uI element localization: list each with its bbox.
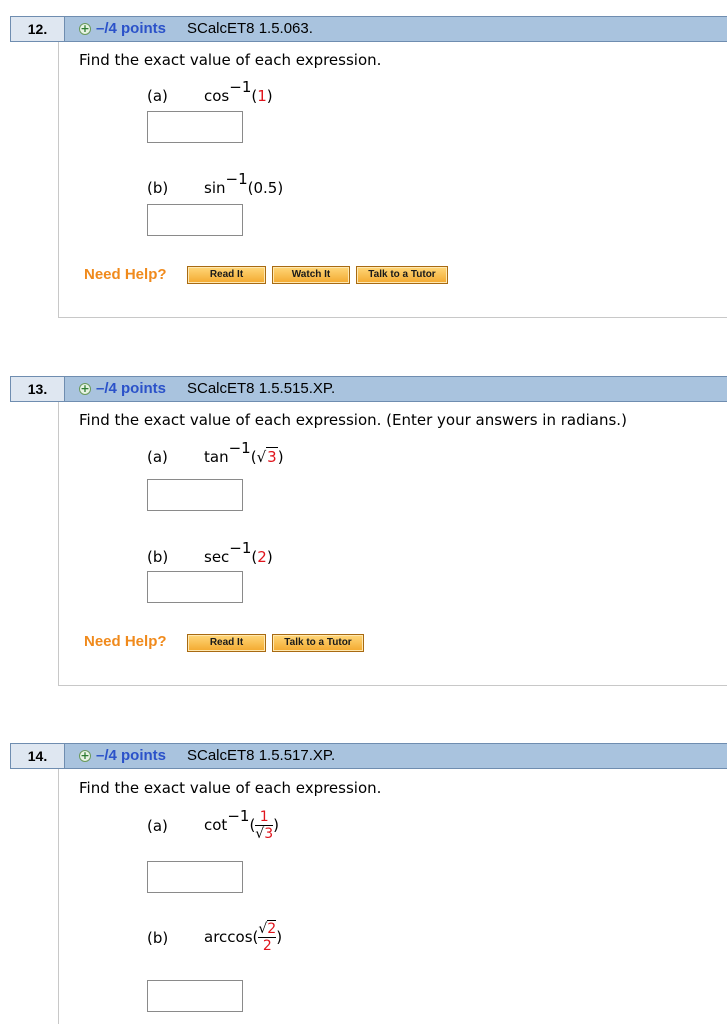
question-13-body: Find the exact value of each expression.…: [58, 402, 727, 686]
question-12-body: Find the exact value of each expression.…: [58, 42, 727, 318]
question-prompt: Find the exact value of each expression.…: [79, 411, 627, 429]
talk-to-tutor-button[interactable]: Talk to a Tutor: [272, 634, 364, 652]
talk-to-tutor-button[interactable]: Talk to a Tutor: [356, 266, 448, 284]
part-label: (b): [147, 928, 169, 947]
question-prompt: Find the exact value of each expression.: [79, 779, 382, 797]
expand-plus-icon[interactable]: +: [79, 23, 91, 35]
function-name: cos: [204, 87, 230, 105]
answer-input-a[interactable]: [147, 111, 243, 143]
function-name: arccos: [204, 928, 253, 946]
part-a: (a) cot−1(1 √3): [147, 809, 279, 842]
question-14-header: 14. + –/4 points SCalcET8 1.5.517.XP.: [10, 743, 727, 769]
watch-it-button[interactable]: Watch It: [272, 266, 350, 284]
part-b: (b) arccos(√2 2): [147, 920, 283, 954]
answer-input-b[interactable]: [147, 204, 243, 236]
fraction-numerator: 1: [259, 809, 269, 825]
question-number: 12.: [11, 17, 65, 41]
fraction-denominator: √3: [255, 825, 274, 842]
need-help-label: Need Help?: [84, 633, 167, 650]
question-number: 13.: [11, 377, 65, 401]
part-a: (a) cos−1(1): [147, 78, 273, 106]
part-label: (b): [147, 179, 169, 197]
part-label: (a): [147, 448, 168, 466]
exponent: −1: [225, 170, 248, 188]
read-it-button[interactable]: Read It: [187, 634, 266, 652]
question-13-header: 13. + –/4 points SCalcET8 1.5.515.XP.: [10, 376, 727, 402]
expression: tan−1(√3): [204, 439, 284, 466]
expression: arccos(√2 2): [204, 920, 283, 954]
expression: sin−1(0.5): [204, 170, 284, 198]
fraction: √2 2: [258, 920, 277, 954]
question-12-header: 12. + –/4 points SCalcET8 1.5.063.: [10, 16, 727, 42]
expand-plus-icon[interactable]: +: [79, 383, 91, 395]
expression: cot−1(1 √3): [204, 807, 279, 842]
need-help-label: Need Help?: [84, 266, 167, 283]
function-name: sin: [204, 179, 226, 197]
part-label: (b): [147, 548, 169, 566]
part-b: (b) sec−1(2): [147, 539, 273, 567]
radicand: 3: [264, 825, 274, 842]
square-root: √3: [256, 447, 278, 466]
argument-value: 1: [257, 87, 267, 105]
fraction-denominator: 2: [258, 937, 277, 954]
expression: sec−1(2): [204, 539, 273, 567]
exponent: −1: [229, 539, 252, 557]
part-b: (b) sin−1(0.5): [147, 170, 284, 198]
part-a: (a) tan−1(√3): [147, 439, 284, 466]
radicand: 2: [267, 920, 277, 937]
exponent: −1: [229, 78, 252, 96]
expression: cos−1(1): [204, 78, 273, 106]
exponent: −1: [228, 439, 251, 457]
question-source: SCalcET8 1.5.517.XP.: [187, 747, 336, 764]
function-name: tan: [204, 448, 229, 466]
answer-input-b[interactable]: [147, 980, 243, 1012]
expand-plus-icon[interactable]: +: [79, 750, 91, 762]
fraction: 1 √3: [255, 809, 274, 842]
argument-value: 2: [257, 548, 267, 566]
points-link[interactable]: –/4 points: [96, 17, 166, 41]
answer-input-b[interactable]: [147, 571, 243, 603]
question-number: 14.: [11, 744, 65, 768]
answer-input-a[interactable]: [147, 861, 243, 893]
exponent: −1: [227, 807, 250, 825]
question-prompt: Find the exact value of each expression.: [79, 51, 382, 69]
argument-value: 0.5: [253, 179, 278, 197]
read-it-button[interactable]: Read It: [187, 266, 266, 284]
fraction-numerator: √2: [258, 920, 277, 937]
answer-input-a[interactable]: [147, 479, 243, 511]
part-label: (a): [147, 816, 168, 835]
question-14-body: Find the exact value of each expression.…: [58, 769, 727, 1024]
function-name: cot: [204, 816, 228, 834]
question-source: SCalcET8 1.5.063.: [187, 20, 313, 37]
points-link[interactable]: –/4 points: [96, 744, 166, 768]
question-source: SCalcET8 1.5.515.XP.: [187, 380, 336, 397]
points-link[interactable]: –/4 points: [96, 377, 166, 401]
argument-value: 3: [266, 447, 278, 466]
part-label: (a): [147, 87, 168, 105]
function-name: sec: [204, 548, 230, 566]
